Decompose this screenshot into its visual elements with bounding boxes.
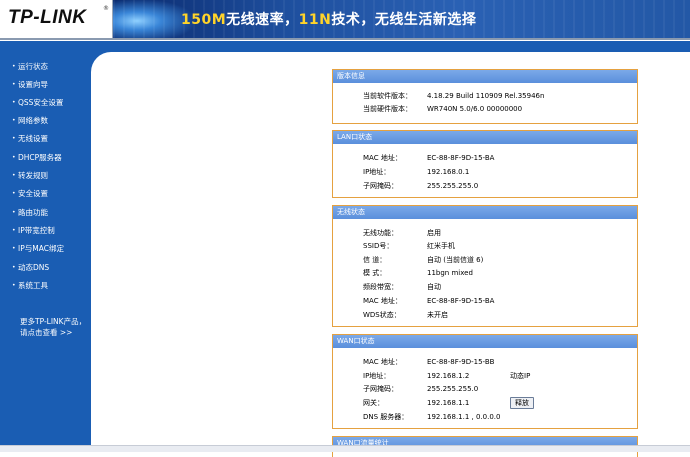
- sidebar-item-label: 动态DNS: [18, 263, 50, 272]
- more-products-line2: 请点击查看 >>: [20, 328, 73, 337]
- sidebar-item-label: 无线设置: [18, 134, 48, 143]
- lan-ip-label: IP地址：: [363, 168, 391, 176]
- wds-status-label: WDS状态：: [363, 311, 401, 319]
- sidebar-item-label: 设置向导: [18, 80, 48, 89]
- sidebar-item-routing[interactable]: • 路由功能: [12, 206, 90, 219]
- software-version-value: 4.18.29 Build 110909 Rel.35946n: [427, 92, 545, 100]
- banner-slogan: 150M无线速率，11N技术，无线生活新选择: [181, 9, 476, 29]
- sidebar-item-label: IP带宽控制: [18, 226, 55, 235]
- header-divider: [0, 38, 690, 40]
- lan-mac-value: EC-88-8F-9D-15-BA: [427, 154, 495, 162]
- wan-ip-value: 192.168.1.2: [427, 372, 470, 380]
- wan-ip-label: IP地址：: [363, 372, 391, 380]
- wan-mac-label: MAC 地址：: [363, 358, 402, 366]
- wan-netmask-label: 子网掩码：: [363, 385, 398, 393]
- wan-netmask-value: 255.255.255.0: [427, 385, 479, 393]
- sidebar-item-label: 安全设置: [18, 189, 48, 198]
- lan-netmask-value: 255.255.255.0: [427, 182, 479, 190]
- registered-mark: ®: [103, 5, 109, 12]
- banner-slogan-speed: 150M: [181, 12, 227, 28]
- channel-label: 信 道：: [363, 256, 387, 264]
- panel-title: LAN口状态: [333, 131, 637, 144]
- sidebar-item-status[interactable]: • 运行状态: [12, 60, 90, 73]
- release-button[interactable]: 释放: [510, 397, 534, 409]
- wireless-mac-value: EC-88-8F-9D-15-BA: [427, 297, 495, 305]
- banner-slogan-part1: 无线速率，: [226, 12, 299, 28]
- wan-status-panel: WAN口状态 MAC 地址： EC-88-8F-9D-15-BB IP地址： 1…: [332, 334, 638, 429]
- dns-server-label: DNS 服务器：: [363, 413, 409, 421]
- ssid-value: 红米手机: [427, 242, 455, 250]
- sidebar-item-security[interactable]: • 安全设置: [12, 187, 90, 200]
- sidebar-item-ddns[interactable]: • 动态DNS: [12, 261, 90, 274]
- sidebar-item-label: QSS安全设置: [18, 98, 64, 107]
- sidebar-item-setup-wizard[interactable]: • 设置向导: [12, 78, 90, 91]
- sidebar-item-dhcp[interactable]: • DHCP服务器: [12, 151, 90, 164]
- sidebar-item-qss[interactable]: • QSS安全设置: [12, 96, 90, 109]
- wireless-status-panel: 无线状态 无线功能： 启用 SSID号： 红米手机 信 道： 自动 (当前信道 …: [332, 205, 638, 327]
- bandwidth-label: 频段带宽：: [363, 283, 398, 291]
- banner-slogan-11n: 11N: [298, 12, 332, 28]
- sidebar-item-label: 网络参数: [18, 116, 48, 125]
- wds-status-value: 未开启: [427, 311, 448, 319]
- tp-link-logo: TP-LINK: [8, 7, 87, 28]
- mode-label: 模 式：: [363, 269, 387, 277]
- panel-title: 无线状态: [333, 206, 637, 219]
- release-button-wrap: 释放: [333, 397, 633, 409]
- sidebar-item-ip-mac-binding[interactable]: • IP与MAC绑定: [12, 242, 90, 255]
- dns-server-value: 192.168.1.1 , 0.0.0.0: [427, 413, 501, 421]
- more-products-line1: 更多TP-LINK产品，: [20, 317, 87, 326]
- lan-netmask-label: 子网掩码：: [363, 182, 398, 190]
- sidebar-item-label: 路由功能: [18, 208, 48, 217]
- more-products-link[interactable]: 更多TP-LINK产品， 请点击查看 >>: [20, 316, 90, 338]
- sidebar-menu: • 运行状态 • 设置向导 • QSS安全设置 • 网络参数 • 无线设置 • DHCP服务…: [0, 41, 91, 451]
- sidebar-item-label: IP与MAC绑定: [18, 244, 64, 253]
- panel-title: 版本信息: [333, 70, 637, 83]
- sidebar-item-forwarding[interactable]: • 转发规则: [12, 169, 90, 182]
- ssid-label: SSID号：: [363, 242, 394, 250]
- bandwidth-value: 自动: [427, 283, 441, 291]
- logo-box: TP-LINK ®: [0, 0, 113, 38]
- channel-value: 自动 (当前信道 6): [427, 256, 484, 264]
- lan-mac-label: MAC 地址：: [363, 154, 402, 162]
- sidebar-item-bandwidth[interactable]: • IP带宽控制: [12, 224, 90, 237]
- lan-ip-value: 192.168.0.1: [427, 168, 470, 176]
- sidebar-item-wireless[interactable]: • 无线设置: [12, 132, 90, 145]
- hardware-version-label: 当前硬件版本：: [363, 105, 412, 113]
- lan-status-panel: LAN口状态 MAC 地址： EC-88-8F-9D-15-BA IP地址： 1…: [332, 130, 638, 198]
- mode-value: 11bgn mixed: [427, 269, 473, 277]
- sidebar-item-network[interactable]: • 网络参数: [12, 114, 90, 127]
- wireless-function-value: 启用: [427, 229, 441, 237]
- sidebar-item-label: 系统工具: [18, 281, 48, 290]
- panel-title: WAN口状态: [333, 335, 637, 348]
- wan-connection-type: 动态IP: [510, 372, 531, 380]
- sidebar-item-label: DHCP服务器: [18, 153, 62, 162]
- header-banner: TP-LINK ® 150M无线速率，11N技术，无线生活新选择: [0, 0, 690, 40]
- software-version-label: 当前软件版本：: [363, 92, 412, 100]
- hardware-version-value: WR740N 5.0/6.0 00000000: [427, 105, 523, 113]
- version-info-panel: 版本信息 当前软件版本： 4.18.29 Build 110909 Rel.35…: [332, 69, 638, 124]
- banner-slogan-part2: 技术，无线生活新选择: [331, 12, 477, 28]
- slogan-banner: 150M无线速率，11N技术，无线生活新选择: [113, 0, 690, 38]
- wireless-function-label: 无线功能：: [363, 229, 398, 237]
- wan-mac-value: EC-88-8F-9D-15-BB: [427, 358, 495, 366]
- sidebar-item-label: 转发规则: [18, 171, 48, 180]
- wireless-mac-label: MAC 地址：: [363, 297, 402, 305]
- sidebar-item-system-tools[interactable]: • 系统工具: [12, 279, 90, 292]
- sidebar-item-label: 运行状态: [18, 62, 48, 71]
